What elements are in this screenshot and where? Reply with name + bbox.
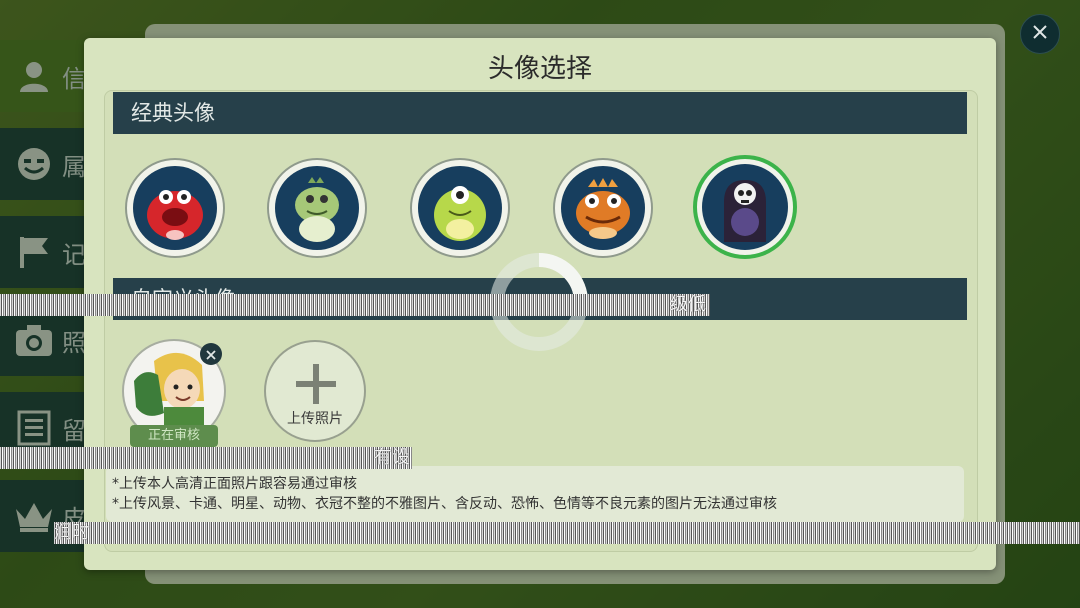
remove-custom-avatar-button[interactable] xyxy=(200,343,222,365)
classic-avatar-section-header: 经典头像 xyxy=(113,92,967,134)
red-monster-avatar xyxy=(147,190,203,240)
avatar-option[interactable] xyxy=(410,158,510,258)
upload-tip: *上传风景、卡通、明星、动物、衣冠不整的不雅图片、含反动、恐怖、色情等不良元素的… xyxy=(112,496,777,512)
skull-ghost-avatar xyxy=(724,180,766,242)
close-icon xyxy=(206,345,216,364)
plus-icon xyxy=(294,362,338,410)
upload-tip: *上传本人高清正面照片跟容易通过审核 xyxy=(112,476,357,492)
upload-tips: *上传本人高清正面照片跟容易通过审核 *上传风景、卡通、明星、动物、衣冠不整的不… xyxy=(106,466,964,522)
upload-photo-button[interactable]: 上传照片 xyxy=(264,340,366,442)
green-cyclops-avatar xyxy=(434,186,486,241)
avatar-option-selected[interactable] xyxy=(693,155,797,259)
avatar-option[interactable] xyxy=(267,158,367,258)
avatar-option[interactable] xyxy=(125,158,225,258)
close-icon xyxy=(1032,24,1048,44)
garbled-text-strip: 级低 xyxy=(0,294,710,316)
avatar-option[interactable] xyxy=(553,158,653,258)
dialog-title: 头像选择 xyxy=(487,54,592,84)
upload-photo-label: 上传照片 xyxy=(287,411,343,427)
green-dino-avatar xyxy=(295,177,339,242)
garbled-text-strip: 有设 xyxy=(0,447,412,469)
close-button[interactable] xyxy=(1020,14,1060,54)
garbled-text-strip: 润时 xyxy=(54,522,1080,544)
orange-toad-avatar xyxy=(576,178,630,239)
review-status-badge: 正在审核 xyxy=(130,425,218,447)
